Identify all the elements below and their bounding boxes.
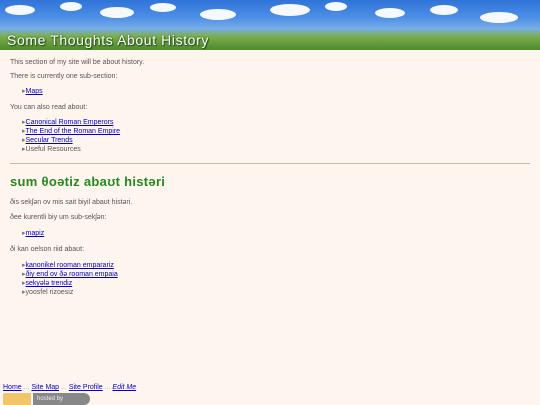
- phonetic-heading: sum θoətiz abaʊt histəri: [10, 174, 166, 189]
- section-divider: [10, 163, 530, 164]
- phonetic-line: ðee kurentli biy um sub-sekʃən:: [10, 214, 107, 221]
- link-sekyele-trendiz[interactable]: sekyələ trendiz: [26, 280, 73, 287]
- cloud-decoration: [375, 8, 405, 18]
- cloud-decoration: [60, 2, 82, 11]
- cloud-decoration: [200, 9, 236, 20]
- related-list: ▸Canonical Roman Emperors ▸The End of th…: [10, 118, 530, 154]
- host-logo-icon: [3, 393, 31, 405]
- page-title: Some Thoughts About History: [7, 32, 209, 48]
- footer-nav: Home ... Site Map ... Site Profile ... E…: [3, 384, 136, 391]
- list-item: ▸Secular Trends: [22, 136, 530, 145]
- subsection-list: ▸Maps: [10, 87, 530, 96]
- list-item: ▸ðiy end ov ðə rooman empaia: [22, 270, 530, 279]
- footer-sitemap-link[interactable]: Site Map: [31, 384, 59, 391]
- link-end-of-roman-empire[interactable]: The End of the Roman Empire: [26, 128, 121, 135]
- phonetic-content: ðis sekʃən ov mis sait biyil abaʊt histə…: [10, 198, 530, 297]
- cloud-decoration: [325, 2, 347, 11]
- list-item: ▸kanonikel rooman emparariz: [22, 261, 530, 270]
- list-item: ▸The End of the Roman Empire: [22, 127, 530, 136]
- cloud-decoration: [100, 7, 134, 18]
- intro-line: This section of my site will be about hi…: [10, 59, 145, 66]
- yoosfel-rizoesiz-text: yoosfel rizoesiz: [25, 289, 74, 296]
- footer-separator: ...: [104, 384, 111, 391]
- phonetic-line: ðis sekʃən ov mis sait biyil abaʊt histə…: [10, 199, 133, 206]
- cloud-decoration: [430, 5, 458, 15]
- footer-separator: ...: [61, 384, 67, 391]
- cloud-decoration: [270, 4, 310, 16]
- main-content: This section of my site will be about hi…: [10, 58, 530, 154]
- header-banner: Some Thoughts About History: [0, 0, 540, 50]
- link-end-ov-rooman-empaia[interactable]: ðiy end ov ðə rooman empaia: [26, 271, 118, 278]
- cloud-decoration: [150, 3, 176, 12]
- list-item: ▸Useful Resources: [22, 145, 530, 154]
- intro-line: There is currently one sub-section:: [10, 73, 118, 80]
- phonetic-subsection-list: ▸mapiz: [10, 229, 530, 238]
- link-canonical-roman-emperors[interactable]: Canonical Roman Emperors: [26, 119, 114, 126]
- cloud-decoration: [480, 12, 518, 23]
- footer-separator: ...: [23, 384, 30, 391]
- footer-home-link[interactable]: Home: [3, 384, 22, 391]
- list-item: ▸yoosfel rizoesiz: [22, 288, 530, 297]
- intro-line: You can also read about:: [10, 104, 88, 111]
- list-item: ▸Canonical Roman Emperors: [22, 118, 530, 127]
- list-item: ▸sekyələ trendiz: [22, 279, 530, 288]
- link-mapiz[interactable]: mapiz: [26, 230, 45, 237]
- link-secular-trends[interactable]: Secular Trends: [26, 137, 73, 144]
- useful-resources-text: Useful Resources: [25, 146, 81, 153]
- phonetic-line: ði kan oelson riid abaʊt:: [10, 246, 85, 253]
- link-maps[interactable]: Maps: [26, 88, 43, 95]
- hosted-by-label: hosted by: [33, 393, 90, 405]
- list-item: ▸Maps: [22, 87, 530, 96]
- footer-profile-link[interactable]: Site Profile: [69, 384, 103, 391]
- link-kanonikel-rooman-emparariz[interactable]: kanonikel rooman emparariz: [26, 262, 114, 269]
- phonetic-related-list: ▸kanonikel rooman emparariz ▸ðiy end ov …: [10, 261, 530, 297]
- footer-edit-link[interactable]: Edit Me: [112, 384, 136, 391]
- list-item: ▸mapiz: [22, 229, 530, 238]
- cloud-decoration: [5, 5, 35, 15]
